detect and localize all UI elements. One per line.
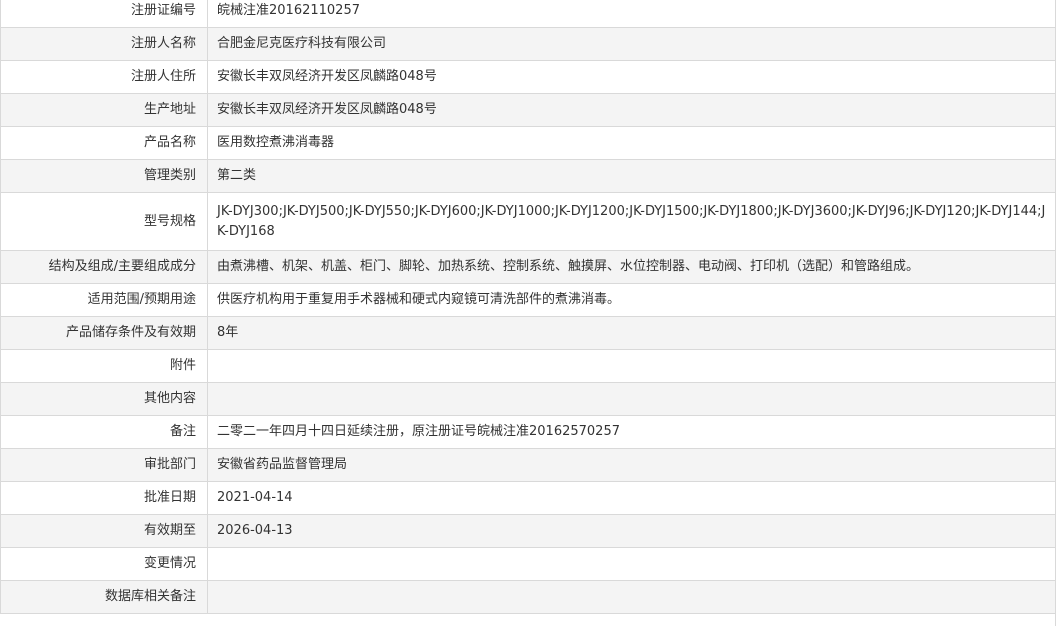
row-label: 附件 (0, 349, 208, 383)
table-row-approval-date: 批准日期 2021-04-14 (0, 481, 1056, 515)
table-row-model-specification: 型号规格 JK-DYJ300;JK-DYJ500;JK-DYJ550;JK-DY… (0, 192, 1056, 251)
row-label: 其他内容 (0, 382, 208, 416)
table-row-structure-composition: 结构及组成/主要组成成分 由煮沸槽、机架、机盖、柜门、脚轮、加热系统、控制系统、… (0, 250, 1056, 284)
table-row-storage-validity: 产品储存条件及有效期 8年 (0, 316, 1056, 350)
row-value (207, 580, 1056, 614)
table-row-other-content: 其他内容 (0, 382, 1056, 416)
table-row-management-category: 管理类别 第二类 (0, 159, 1056, 193)
row-value: 8年 (207, 316, 1056, 350)
row-label: 有效期至 (0, 514, 208, 548)
table-row-attachments: 附件 (0, 349, 1056, 383)
row-value (207, 547, 1056, 581)
row-value: 供医疗机构用于重复用手术器械和硬式内窥镜可清洗部件的煮沸消毒。 (207, 283, 1056, 317)
row-label: 数据库相关备注 (0, 580, 208, 614)
table-row-production-address: 生产地址 安徽长丰双凤经济开发区凤麟路048号 (0, 93, 1056, 127)
row-value: 第二类 (207, 159, 1056, 193)
row-value: 2021-04-14 (207, 481, 1056, 515)
row-value: 医用数控煮沸消毒器 (207, 126, 1056, 160)
row-value: 合肥金尼克医疗科技有限公司 (207, 27, 1056, 61)
row-label: 产品名称 (0, 126, 208, 160)
table-row-remarks: 备注 二零二一年四月十四日延续注册，原注册证号皖械注准20162570257 (0, 415, 1056, 449)
row-label: 管理类别 (0, 159, 208, 193)
row-label: 注册人住所 (0, 60, 208, 94)
row-value (207, 382, 1056, 416)
row-value: 皖械注准20162110257 (207, 0, 1056, 28)
row-value: 二零二一年四月十四日延续注册，原注册证号皖械注准20162570257 (207, 415, 1056, 449)
row-label: 批准日期 (0, 481, 208, 515)
row-label: 注册人名称 (0, 27, 208, 61)
row-label: 变更情况 (0, 547, 208, 581)
row-label: 结构及组成/主要组成成分 (0, 250, 208, 284)
row-label: 适用范围/预期用途 (0, 283, 208, 317)
table-right-border (1055, 0, 1056, 626)
table-row-registrant-address: 注册人住所 安徽长丰双凤经济开发区凤麟路048号 (0, 60, 1056, 94)
row-value (207, 349, 1056, 383)
table-row-change-status: 变更情况 (0, 547, 1056, 581)
table-row-database-notes: 数据库相关备注 (0, 580, 1056, 614)
table-row-product-name: 产品名称 医用数控煮沸消毒器 (0, 126, 1056, 160)
row-label: 产品储存条件及有效期 (0, 316, 208, 350)
row-label: 备注 (0, 415, 208, 449)
row-label: 生产地址 (0, 93, 208, 127)
row-value: 2026-04-13 (207, 514, 1056, 548)
table-row-registration-number: 注册证编号 皖械注准20162110257 (0, 0, 1056, 28)
table-row-approval-department: 审批部门 安徽省药品监督管理局 (0, 448, 1056, 482)
row-value: JK-DYJ300;JK-DYJ500;JK-DYJ550;JK-DYJ600;… (207, 192, 1056, 251)
table-row-valid-until: 有效期至 2026-04-13 (0, 514, 1056, 548)
row-label: 注册证编号 (0, 0, 208, 28)
row-value: 安徽长丰双凤经济开发区凤麟路048号 (207, 93, 1056, 127)
row-value: 安徽省药品监督管理局 (207, 448, 1056, 482)
row-value: 由煮沸槽、机架、机盖、柜门、脚轮、加热系统、控制系统、触摸屏、水位控制器、电动阀… (207, 250, 1056, 284)
registration-detail-table: 注册证编号 皖械注准20162110257 注册人名称 合肥金尼克医疗科技有限公… (0, 0, 1056, 614)
row-label: 审批部门 (0, 448, 208, 482)
table-row-registrant-name: 注册人名称 合肥金尼克医疗科技有限公司 (0, 27, 1056, 61)
row-label: 型号规格 (0, 192, 208, 251)
row-value: 安徽长丰双凤经济开发区凤麟路048号 (207, 60, 1056, 94)
table-row-scope-of-use: 适用范围/预期用途 供医疗机构用于重复用手术器械和硬式内窥镜可清洗部件的煮沸消毒… (0, 283, 1056, 317)
